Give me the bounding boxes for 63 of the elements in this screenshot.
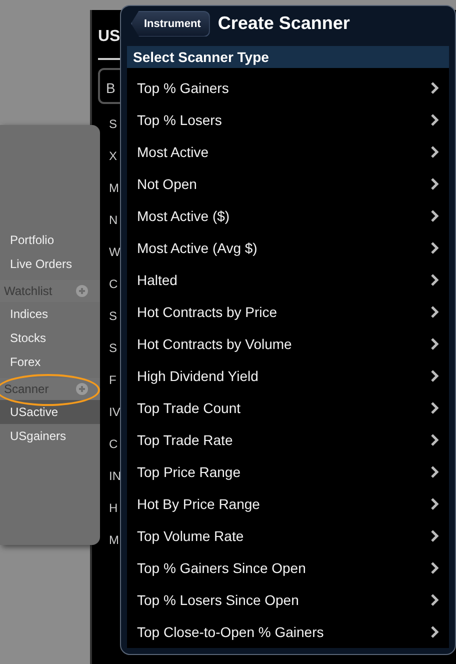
popover-title: Create Scanner bbox=[218, 13, 350, 34]
chevron-icon bbox=[430, 242, 439, 254]
chevron-icon bbox=[430, 114, 439, 126]
scanner-type-row[interactable]: Most Active bbox=[127, 136, 449, 168]
list-row-text: IN bbox=[109, 468, 121, 485]
scanner-type-row[interactable]: Top Trade Count bbox=[127, 392, 449, 424]
chevron-icon bbox=[430, 274, 439, 286]
list-row-text: M bbox=[109, 532, 119, 549]
list-row-text: S bbox=[109, 308, 118, 325]
chevron-icon bbox=[430, 306, 439, 318]
chevron-icon bbox=[430, 370, 439, 382]
scanner-type-row[interactable]: Top % Losers bbox=[127, 104, 449, 136]
list-row-text: F bbox=[109, 372, 116, 389]
list-row-text: C bbox=[109, 436, 118, 453]
scanner-type-row[interactable]: Hot By Price Range bbox=[127, 488, 449, 520]
list-row-text: IV bbox=[109, 404, 120, 421]
scanner-type-row[interactable]: Not Open bbox=[127, 168, 449, 200]
add-icon[interactable] bbox=[76, 285, 88, 297]
chevron-icon bbox=[430, 146, 439, 158]
scanner-type-row[interactable]: Hot Contracts by Price bbox=[127, 296, 449, 328]
list-row-text: S bbox=[109, 340, 118, 357]
scanner-type-row[interactable]: High Dividend Yield bbox=[127, 360, 449, 392]
list-row-text: X bbox=[109, 148, 118, 165]
sidebar-item[interactable]: Forex bbox=[0, 350, 100, 374]
sidebar-item[interactable]: Indices bbox=[0, 302, 100, 326]
list-row-text: S bbox=[109, 116, 118, 133]
sidebar-item[interactable]: Live Orders bbox=[0, 252, 100, 276]
chevron-icon bbox=[430, 210, 439, 222]
scanner-type-row[interactable]: Top Price Range bbox=[127, 456, 449, 488]
list-row-text: N bbox=[109, 212, 118, 229]
list-row-text: M bbox=[109, 180, 119, 197]
chevron-icon bbox=[430, 82, 439, 94]
scanner-type-row[interactable]: Hot Contracts by Volume bbox=[127, 328, 449, 360]
sidebar-item[interactable]: Portfolio bbox=[0, 228, 100, 252]
scanner-type-row[interactable]: Top % Losers Since Open bbox=[127, 584, 449, 616]
chevron-icon bbox=[430, 434, 439, 446]
chevron-icon bbox=[430, 530, 439, 542]
chevron-icon bbox=[430, 562, 439, 574]
back-button[interactable]: Instrument bbox=[131, 10, 210, 36]
section-label: Watchlist bbox=[4, 284, 52, 298]
add-icon[interactable] bbox=[76, 383, 88, 395]
list-row-text: W bbox=[109, 244, 120, 261]
chevron-icon bbox=[430, 626, 439, 638]
chevron-icon bbox=[430, 402, 439, 414]
scanner-type-row[interactable]: Top Close-to-Open % Gainers bbox=[127, 616, 449, 648]
list-row-text: H bbox=[109, 500, 118, 517]
list-row-text: C bbox=[109, 276, 118, 293]
scanner-type-row[interactable]: Top % Gainers Since Open bbox=[127, 552, 449, 584]
section-header: Select Scanner Type bbox=[127, 46, 449, 68]
chevron-icon bbox=[430, 498, 439, 510]
scanner-type-row[interactable]: Top Volume Rate bbox=[127, 520, 449, 552]
chevron-icon bbox=[430, 466, 439, 478]
sidebar-item[interactable]: Stocks bbox=[0, 326, 100, 350]
scanner-type-row[interactable]: Most Active ($) bbox=[127, 200, 449, 232]
chevron-icon bbox=[430, 338, 439, 350]
scanner-type-row[interactable]: Most Active (Avg $) bbox=[127, 232, 449, 264]
chevron-icon bbox=[430, 178, 439, 190]
chevron-icon bbox=[430, 594, 439, 606]
sidebar-item[interactable]: USgainers bbox=[0, 424, 100, 448]
section-label: Scanner bbox=[4, 382, 49, 396]
scanner-type-row[interactable]: Halted bbox=[127, 264, 449, 296]
sidebar-item[interactable]: USactive bbox=[0, 400, 100, 424]
scanner-type-row[interactable]: Top Trade Rate bbox=[127, 424, 449, 456]
